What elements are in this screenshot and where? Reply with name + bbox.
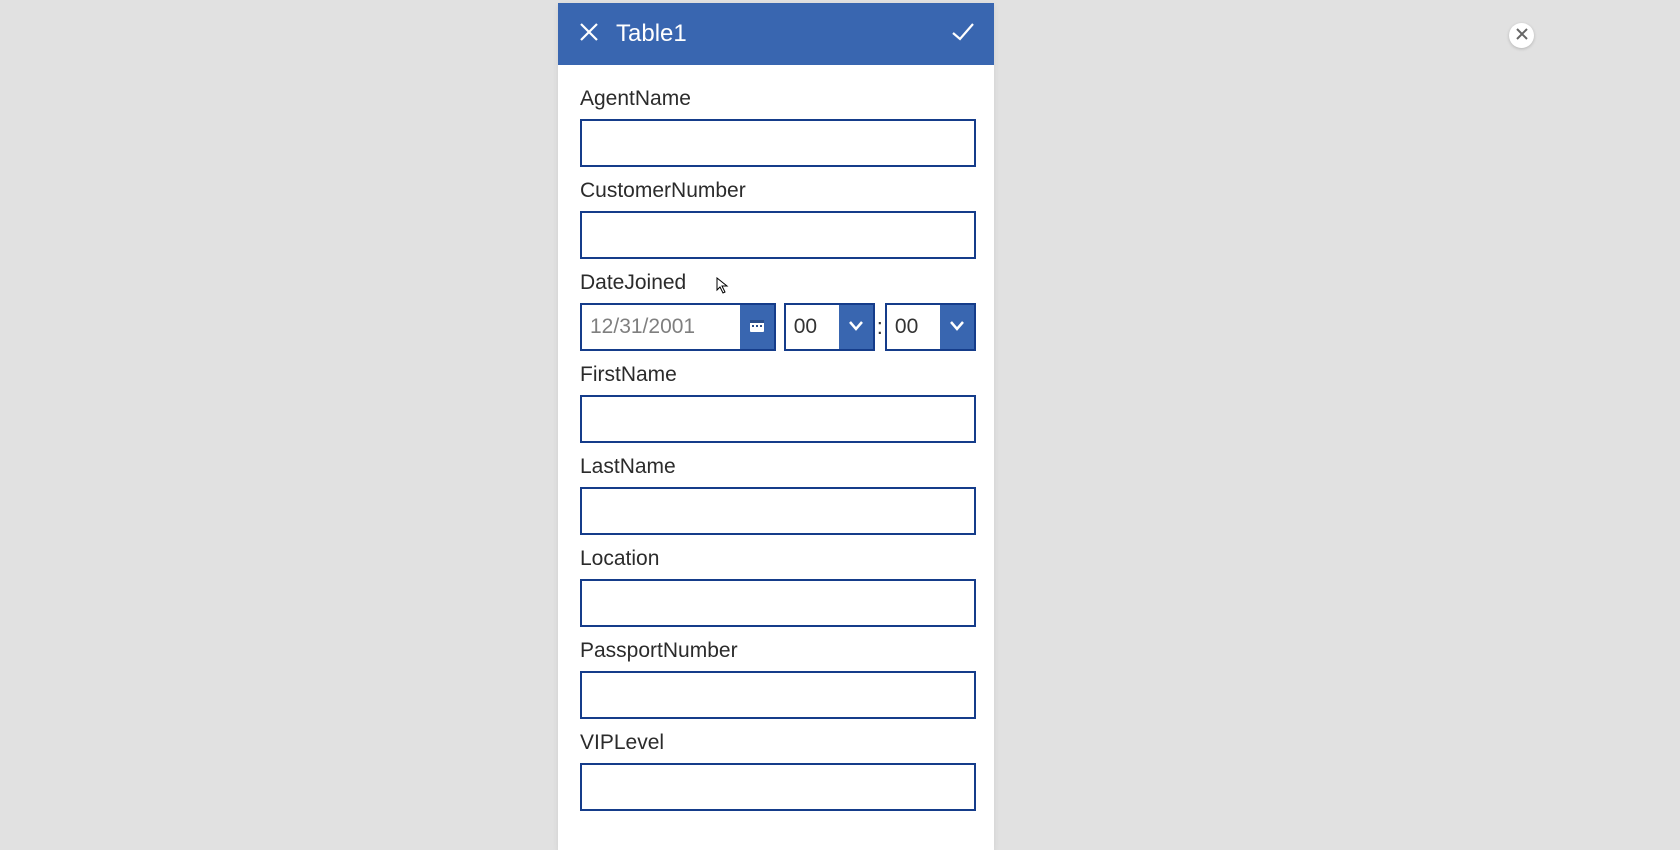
calendar-icon	[749, 317, 765, 338]
field-location: Location	[580, 547, 976, 627]
submit-button[interactable]	[948, 19, 978, 49]
field-viplevel: VIPLevel	[580, 731, 976, 811]
date-row: 12/31/2001 00 :	[580, 303, 976, 351]
field-label: VIPLevel	[580, 731, 976, 755]
field-agentname: AgentName	[580, 87, 976, 167]
field-label: LastName	[580, 455, 976, 479]
field-label: DateJoined	[580, 271, 976, 295]
date-value: 12/31/2001	[582, 305, 740, 349]
form-header: Table1	[558, 3, 994, 65]
agentname-input[interactable]	[580, 119, 976, 167]
field-label: CustomerNumber	[580, 179, 976, 203]
field-datejoined: DateJoined 12/31/2001 00	[580, 271, 976, 351]
field-label: AgentName	[580, 87, 976, 111]
hour-picker[interactable]: 00	[784, 303, 875, 351]
minute-value: 00	[887, 305, 940, 349]
calendar-button[interactable]	[740, 305, 774, 349]
customernumber-input[interactable]	[580, 211, 976, 259]
field-label: Location	[580, 547, 976, 571]
viplevel-input[interactable]	[580, 763, 976, 811]
firstname-input[interactable]	[580, 395, 976, 443]
time-separator: :	[877, 303, 883, 351]
checkmark-icon	[950, 19, 976, 50]
minute-dropdown-button[interactable]	[940, 305, 974, 349]
chevron-down-icon	[948, 316, 966, 339]
field-label: FirstName	[580, 363, 976, 387]
hour-value: 00	[786, 305, 839, 349]
date-picker[interactable]: 12/31/2001	[580, 303, 776, 351]
location-input[interactable]	[580, 579, 976, 627]
field-lastname: LastName	[580, 455, 976, 535]
edit-form-panel: Table1 AgentName CustomerNumber DateJoin…	[558, 3, 994, 850]
field-label: PassportNumber	[580, 639, 976, 663]
passportnumber-input[interactable]	[580, 671, 976, 719]
field-passportnumber: PassportNumber	[580, 639, 976, 719]
form-title: Table1	[616, 20, 948, 48]
form-body: AgentName CustomerNumber DateJoined 12/3…	[558, 65, 994, 850]
field-firstname: FirstName	[580, 363, 976, 443]
field-customernumber: CustomerNumber	[580, 179, 976, 259]
hour-dropdown-button[interactable]	[839, 305, 873, 349]
close-icon	[578, 21, 600, 48]
close-icon	[1516, 27, 1528, 44]
close-dialog-button[interactable]	[1509, 23, 1534, 48]
minute-picker[interactable]: 00	[885, 303, 976, 351]
chevron-down-icon	[847, 316, 865, 339]
lastname-input[interactable]	[580, 487, 976, 535]
cancel-button[interactable]	[574, 19, 604, 49]
